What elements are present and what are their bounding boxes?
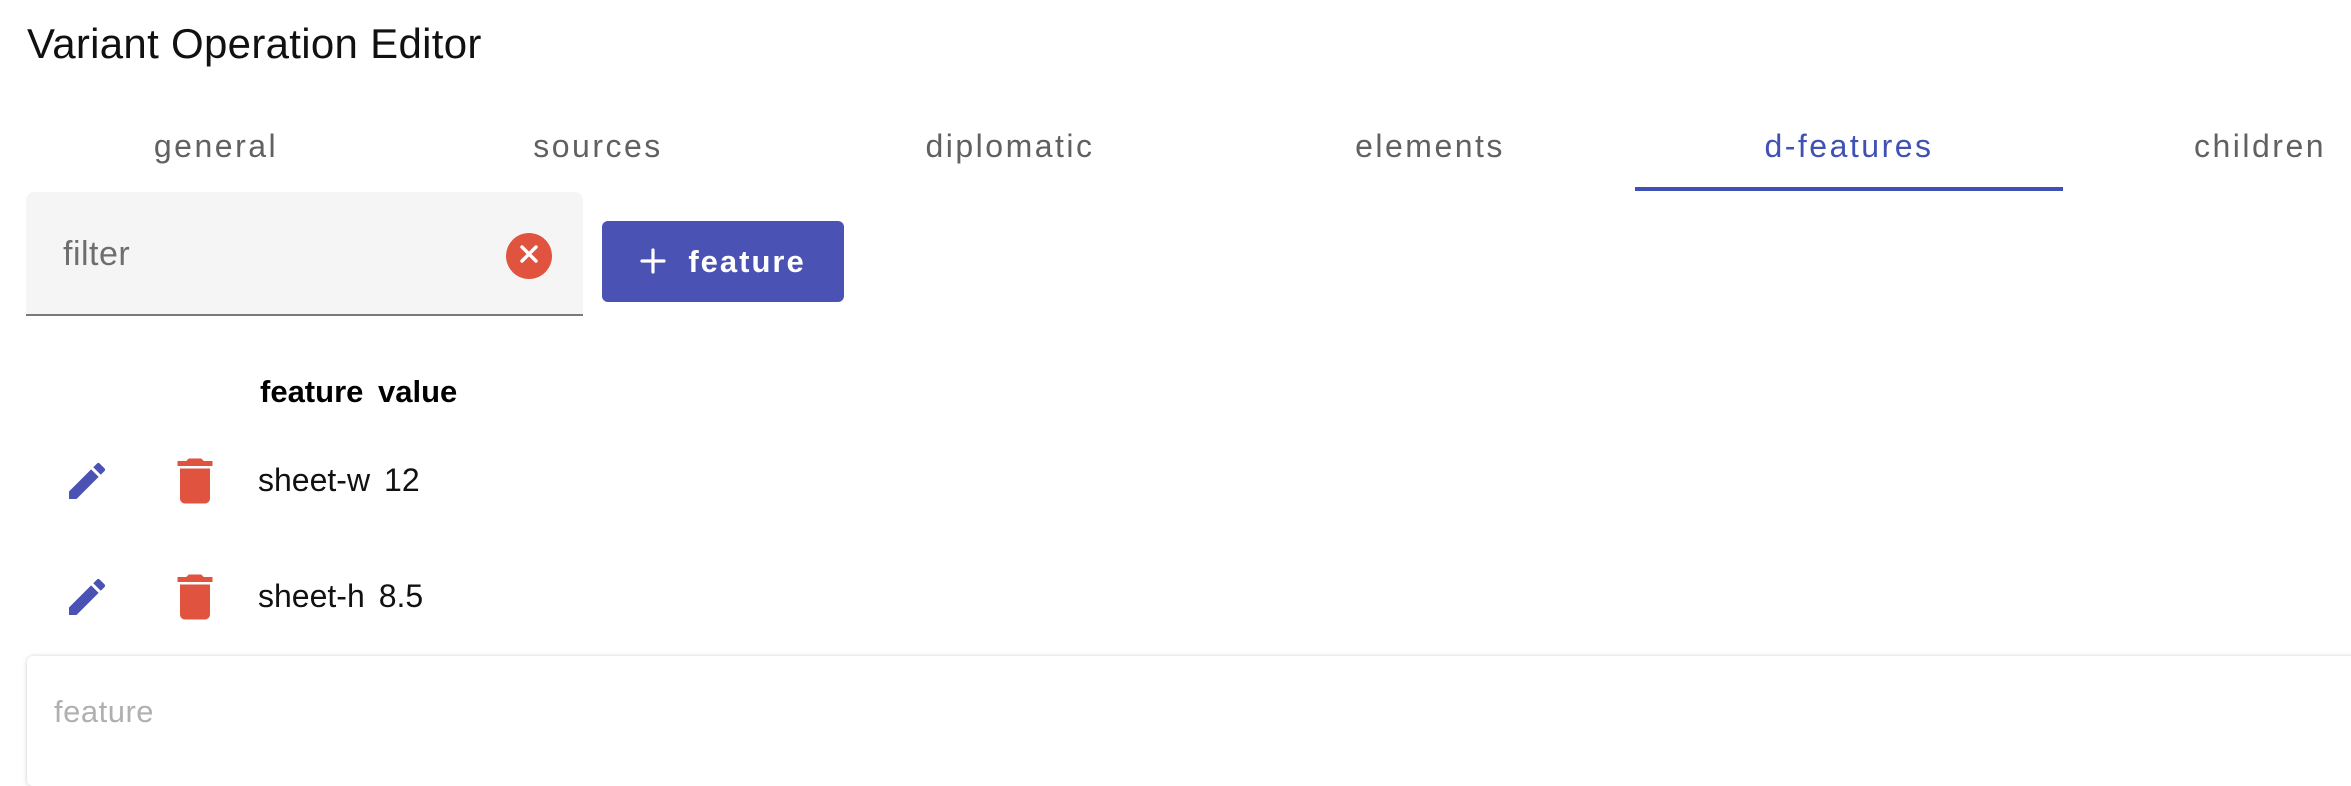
pencil-icon [63, 578, 111, 625]
table-row: sheet-w 12 [0, 426, 2351, 536]
delete-button[interactable] [175, 573, 215, 621]
feature-cell: sheet-h [258, 578, 365, 614]
table-row: sheet-h 8.5 [0, 542, 2351, 652]
plus-icon [640, 238, 666, 282]
value-cell: 12 [384, 462, 420, 498]
add-feature-label: feature [688, 243, 806, 279]
filter-input[interactable] [61, 228, 505, 280]
page-title: Variant Operation Editor [27, 20, 482, 67]
trash-icon [175, 574, 215, 625]
active-tab-indicator [1635, 187, 2063, 191]
value-cell: 8.5 [378, 578, 424, 614]
row-text: sheet-w 12 [258, 462, 420, 499]
add-feature-button[interactable]: feature [602, 221, 844, 302]
feature-cell: sheet-w [258, 462, 371, 498]
tab-general[interactable]: general [116, 100, 316, 192]
feature-field-label[interactable]: feature [54, 694, 154, 730]
header-feature: feature [260, 374, 364, 409]
header-value: value [378, 374, 458, 409]
edit-button[interactable] [63, 573, 111, 621]
feature-editor-panel [27, 656, 2351, 786]
delete-button[interactable] [175, 457, 215, 505]
tab-d-features[interactable]: d-features [1720, 100, 1978, 192]
tab-sources[interactable]: sources [498, 100, 698, 192]
trash-icon [175, 458, 215, 509]
edit-button[interactable] [63, 457, 111, 505]
tab-bar: general sources diplomatic elements d-fe… [0, 100, 2351, 192]
row-text: sheet-h 8.5 [258, 578, 423, 615]
filter-field [26, 192, 583, 316]
tab-children[interactable]: children [2160, 100, 2351, 192]
clear-filter-button[interactable] [506, 233, 552, 279]
pencil-icon [63, 462, 111, 509]
tab-elements[interactable]: elements [1320, 100, 1540, 192]
table-header: feature value [260, 374, 457, 410]
tab-diplomatic[interactable]: diplomatic [890, 100, 1130, 192]
close-circle-icon [518, 243, 540, 270]
